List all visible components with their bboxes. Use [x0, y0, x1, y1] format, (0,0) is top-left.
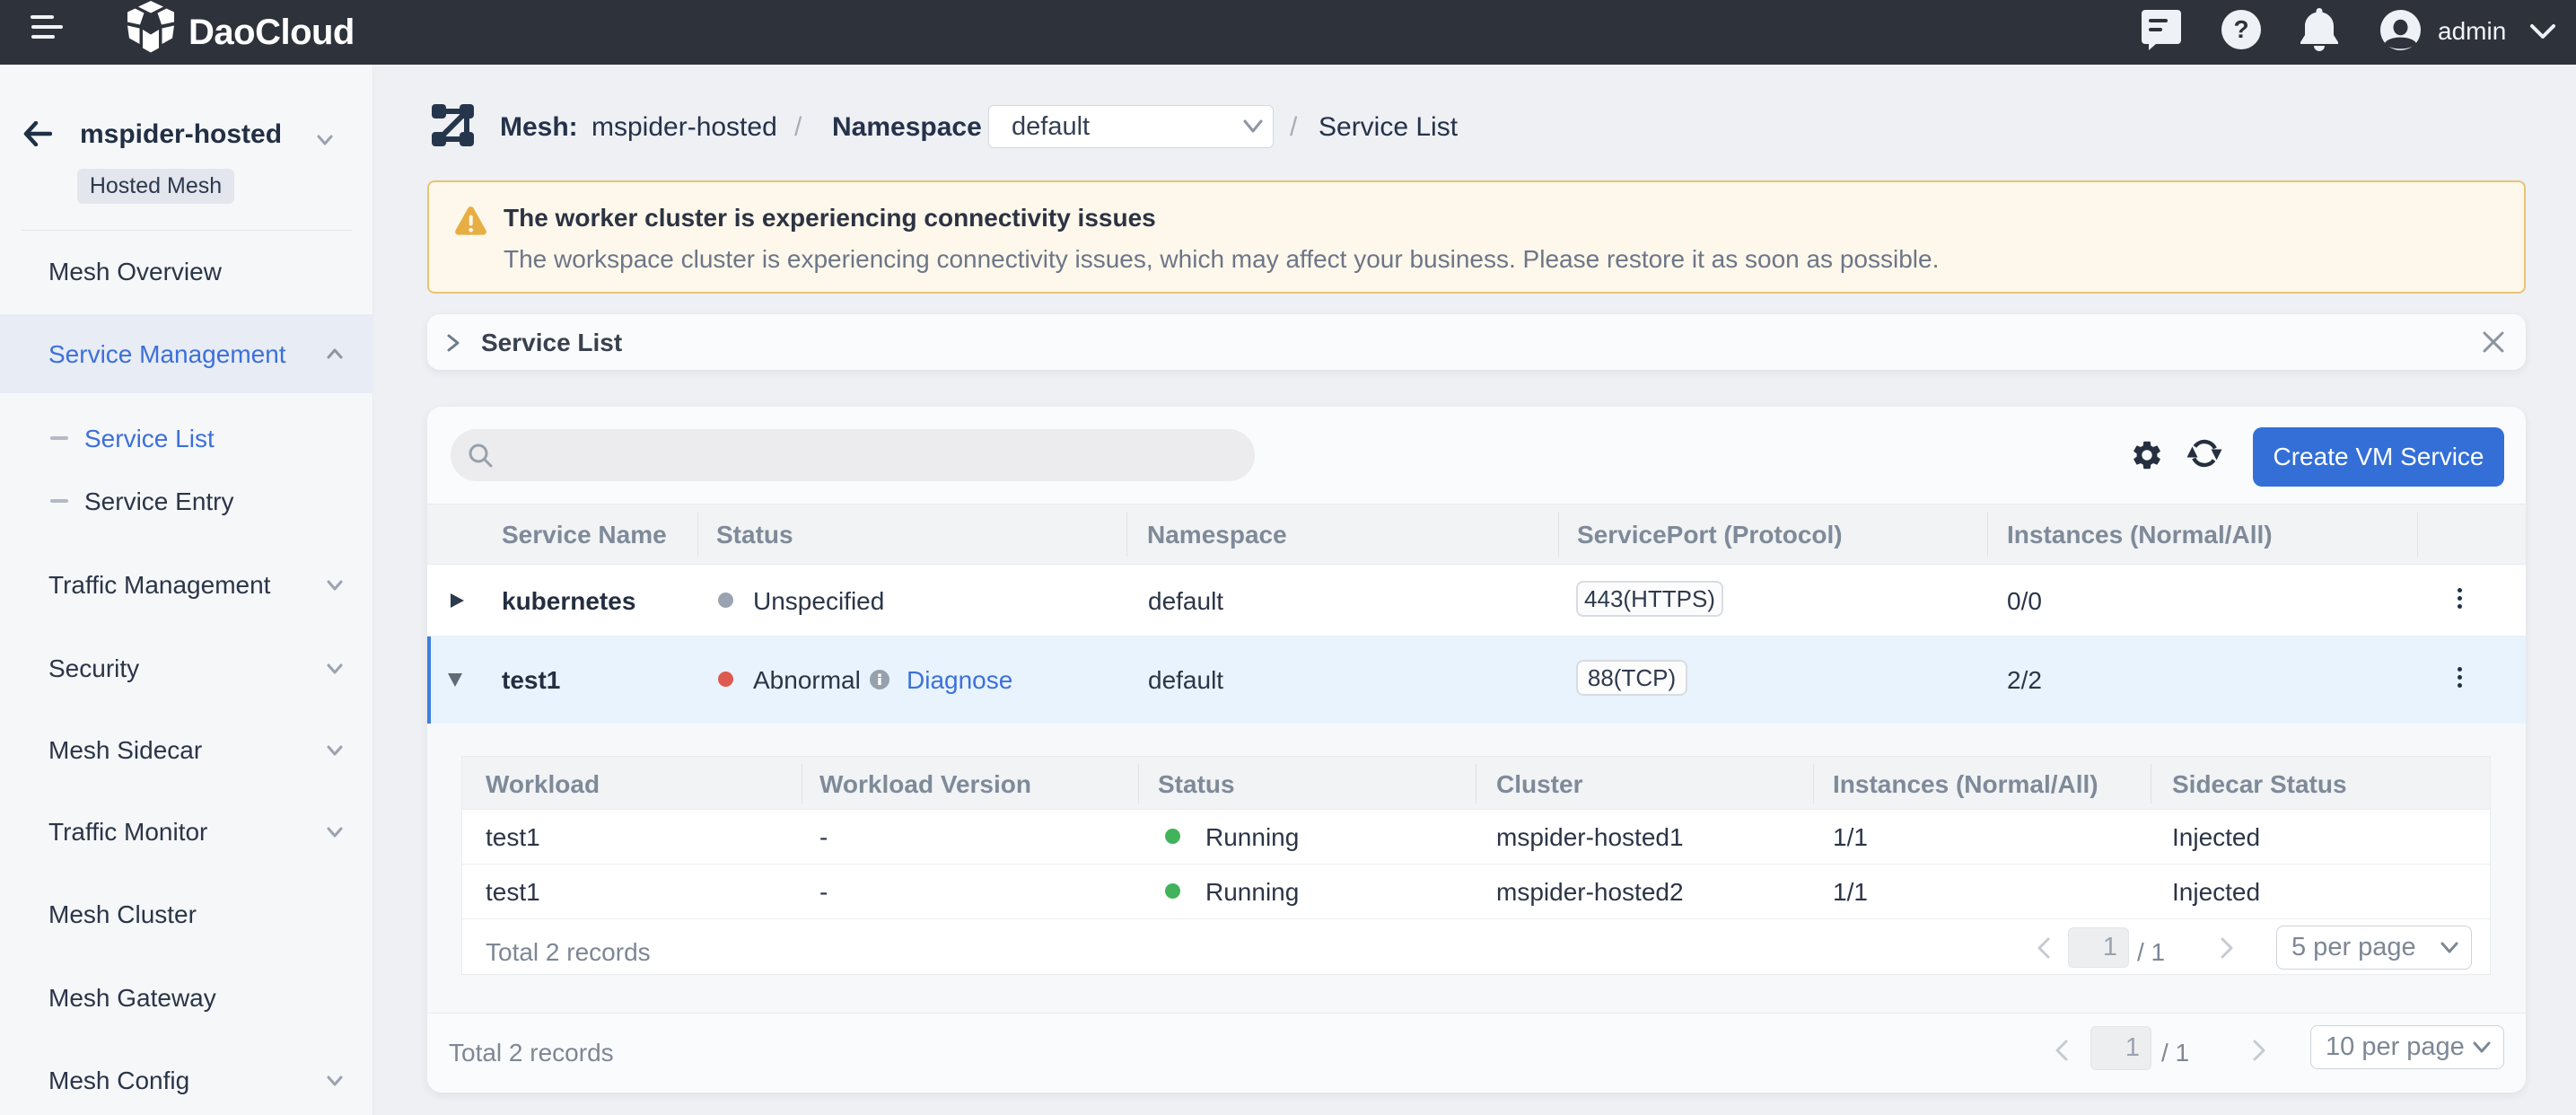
svg-text:?: ?: [2233, 15, 2248, 43]
